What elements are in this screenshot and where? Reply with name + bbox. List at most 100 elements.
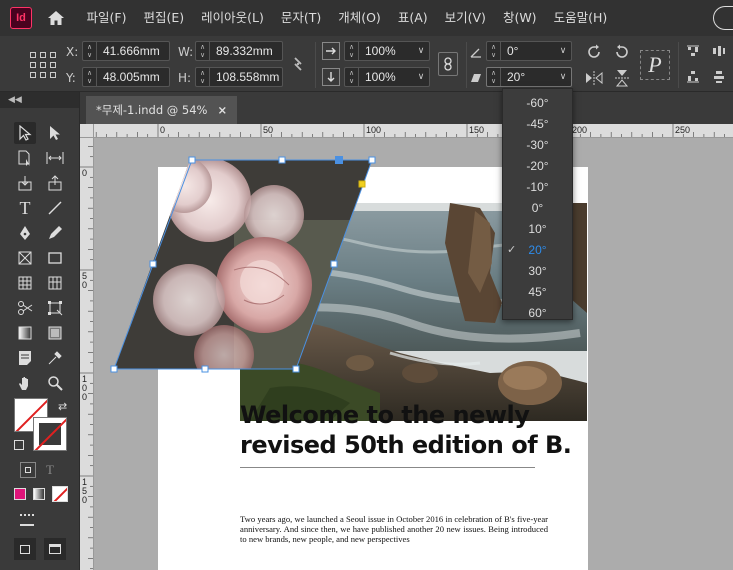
rectangle-frame-tool-icon[interactable] [14,247,36,269]
scale-y-field[interactable]: ∧ ∨ 100% ∨ [344,67,430,87]
apply-gradient-icon[interactable] [33,488,45,500]
menu-item[interactable]: 문자(T) [272,0,329,36]
note-tool-icon[interactable] [14,347,36,369]
shear-option[interactable]: ✓ 20° [503,240,572,261]
shear-option[interactable]: 45° [503,282,572,303]
document-canvas[interactable]: Welcome to the newly revised 50th editio… [94,138,733,570]
ruler-label: 0 [160,125,165,135]
content-collector-icon[interactable] [14,172,36,194]
ruler-label: 250 [675,125,690,135]
gradient-swatch-tool-icon[interactable] [14,322,36,344]
shear-option[interactable]: -60° [503,93,572,114]
rotate-counterclockwise-icon[interactable] [612,42,632,62]
ruler-label: 0 [82,168,87,178]
menu-item[interactable]: 개체(O) [330,0,390,36]
zoom-tool-icon[interactable] [44,372,66,394]
gap-tool-icon[interactable] [44,147,66,169]
align-bottom-icon[interactable] [684,68,702,86]
stroke-swatch[interactable] [33,417,67,451]
flip-vertical-icon[interactable] [612,68,632,88]
type-tool-icon[interactable]: T [14,197,36,219]
gradient-feather-tool-icon[interactable] [44,322,66,344]
menu-item[interactable]: 표(A) [389,0,436,36]
apply-color-icon[interactable] [14,488,26,500]
screen-mode-presentation-icon[interactable] [44,538,66,560]
shear-option[interactable]: -20° [503,156,572,177]
w-label: W: [178,45,194,59]
width-field[interactable]: ∧ ∨ 89.332mm [195,41,283,61]
menu-item[interactable]: 창(W) [494,0,545,36]
control-panel: X: ∧ ∨ 41.666mm Y: ∧ ∨ 48.005mm W: ∧ ∨ 89.332m… [0,36,733,92]
screen-mode-normal-icon[interactable] [14,538,36,560]
free-transform-tool-icon[interactable] [44,297,66,319]
pencil-tool-icon[interactable] [44,222,66,244]
constrain-proportions-icon[interactable] [288,54,308,74]
menu-item[interactable]: 파일(F) [78,0,135,36]
shear-option[interactable]: -45° [503,114,572,135]
rectangle-tool-icon[interactable] [44,247,66,269]
ruler-label: 100 [366,125,381,135]
tools-panel-collapse-icon[interactable]: ◀◀ [0,92,79,108]
document-tab[interactable]: *무제-1.indd @ 54% × [86,96,238,124]
shear-option[interactable]: 30° [503,261,572,282]
body-text[interactable]: Two years ago, we launched a Seoul issue… [240,514,548,544]
ruler-label: 50 [263,125,273,135]
horizontal-ruler[interactable]: 0 50 100 150 200 250 [94,124,733,138]
chevron-down-icon[interactable]: ∨ [555,68,571,86]
share-button[interactable] [713,6,733,30]
formatting-text-icon[interactable]: T [46,462,62,478]
constrain-scale-link-icon[interactable] [438,52,458,76]
content-placer-icon[interactable] [44,172,66,194]
ruler-label: 0 [82,495,87,505]
distribute-vertical-icon[interactable] [710,68,728,86]
paragraph-style-icon[interactable]: P [640,50,670,80]
pen-tool-icon[interactable] [14,222,36,244]
hand-tool-icon[interactable] [14,372,36,394]
page-tool-icon[interactable] [14,147,36,169]
shear-option[interactable]: -30° [503,135,572,156]
selection-bounding-box[interactable] [108,152,408,392]
distribute-horizontal-icon[interactable] [710,42,728,60]
rotate-clockwise-icon[interactable] [584,42,604,62]
height-field[interactable]: ∧ ∨ 108.558mm [195,67,283,87]
home-icon[interactable] [46,8,66,28]
shear-option[interactable]: 10° [503,219,572,240]
shear-option[interactable]: 60° [503,303,572,324]
headline[interactable]: Welcome to the newly revised 50th editio… [240,400,580,460]
eyedropper-tool-icon[interactable] [44,347,66,369]
close-icon[interactable]: × [218,96,228,124]
formatting-container-icon[interactable] [20,462,36,478]
swap-fill-stroke-icon[interactable]: ⇄ [58,400,67,413]
horizontal-grid-tool-icon[interactable] [14,272,36,294]
screen-mode-preview-icon[interactable] [20,514,34,526]
ruler-label: 0 [82,280,87,290]
shear-angle-field[interactable]: ∧ ∨ 20° ∨ [486,67,572,87]
vertical-grid-tool-icon[interactable] [44,272,66,294]
small-fill-stroke-icon[interactable] [14,440,24,450]
menu-item[interactable]: 레이아웃(L) [193,0,273,36]
menu-item[interactable]: 도움말(H) [545,0,616,36]
scale-x-field[interactable]: ∧ ∨ 100% ∨ [344,41,430,61]
checkmark-icon: ✓ [507,244,517,256]
menu-item[interactable]: 보기(V) [436,0,494,36]
menu-item[interactable]: 편집(E) [135,0,193,36]
scissors-tool-icon[interactable] [14,297,36,319]
direct-selection-tool-icon[interactable] [44,122,66,144]
line-tool-icon[interactable] [44,197,66,219]
ruler-origin[interactable] [80,124,94,138]
shear-angle-icon [468,70,484,86]
x-field[interactable]: ∧ ∨ 41.666mm [82,41,170,61]
selection-tool-icon[interactable] [14,122,36,144]
y-label: Y: [66,71,76,85]
y-field[interactable]: ∧ ∨ 48.005mm [82,67,170,87]
ruler-label: 150 [469,125,484,135]
vertical-ruler[interactable]: 050100150 [80,138,94,570]
apply-none-icon[interactable] [52,486,68,502]
flip-horizontal-icon[interactable] [584,68,604,88]
reference-point-icon[interactable] [30,52,56,78]
document-tab-title: *무제-1.indd @ 54% [96,103,208,117]
shear-option[interactable]: 0° [503,198,572,219]
align-top-icon[interactable] [684,42,702,60]
rotate-angle-field[interactable]: ∧ ∨ 0° ∨ [486,41,572,61]
shear-option[interactable]: -10° [503,177,572,198]
